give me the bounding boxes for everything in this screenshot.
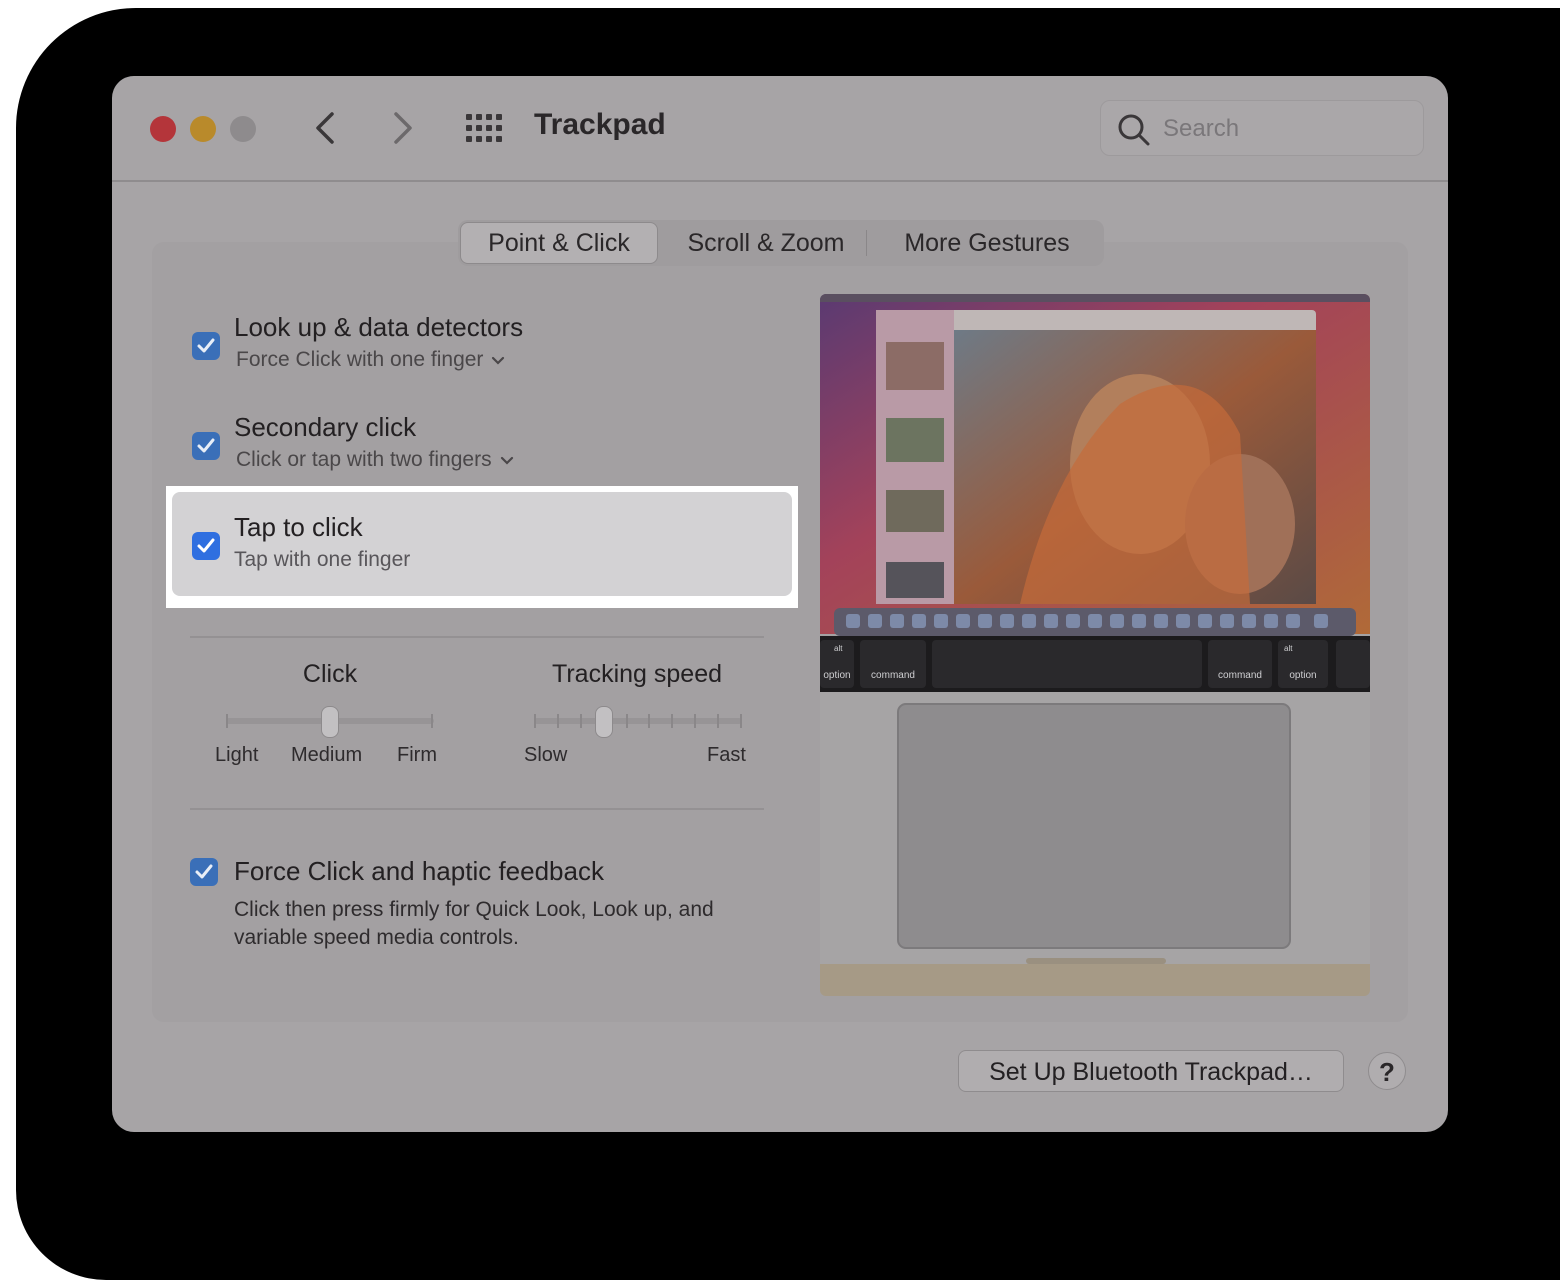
secondary-click-checkbox[interactable] (192, 432, 220, 460)
divider (190, 636, 764, 638)
tracking-label-fast: Fast (707, 744, 746, 766)
gesture-preview-video: option command command option alt alt (820, 294, 1370, 996)
trackpad-preferences-window: Trackpad Point & Click Scroll & Zoom Mor… (112, 76, 1448, 1132)
force-click-title: Force Click and haptic feedback (234, 856, 604, 886)
back-button[interactable] (306, 106, 346, 150)
title-bar: Trackpad (112, 76, 1448, 182)
key-alt-right: alt (1284, 644, 1293, 653)
tap-to-click-row (172, 492, 792, 596)
close-button[interactable] (150, 116, 176, 142)
checkmark-icon (197, 538, 215, 553)
tab-point-click[interactable]: Point & Click (460, 222, 658, 264)
key-command-left: command (871, 670, 915, 681)
tap-to-click-subtitle: Tap with one finger (234, 548, 411, 571)
show-all-grid-icon[interactable] (466, 114, 502, 142)
tracking-slider-tick (717, 714, 720, 728)
secondary-click-subtitle: Click or tap with two fingers (236, 448, 492, 471)
tab-scroll-zoom[interactable]: Scroll & Zoom (668, 220, 864, 266)
help-button[interactable]: ? (1368, 1052, 1406, 1090)
checkmark-icon (195, 864, 213, 879)
tracking-slider-tick (556, 714, 559, 728)
tap-to-click-checkbox[interactable] (192, 532, 220, 560)
tracking-slider-thumb[interactable] (594, 706, 613, 738)
click-label-medium: Medium (291, 744, 363, 766)
tab-more-gestures[interactable]: More Gestures (878, 220, 1096, 266)
chevron-down-icon (492, 356, 505, 365)
chevron-left-icon (316, 112, 334, 144)
checkmark-icon (197, 438, 215, 453)
minimize-button[interactable] (190, 116, 216, 142)
click-slider-title: Click (302, 660, 358, 688)
window-title: Trackpad (534, 108, 666, 141)
secondary-click-subtitle-dropdown[interactable]: Click or tap with two fingers (236, 448, 514, 472)
tracking-slider-tick (671, 714, 674, 728)
key-alt-left: alt (834, 644, 843, 653)
tracking-slider-tick (625, 714, 628, 728)
force-click-description: Click then press firmly for Quick Look, … (234, 898, 714, 949)
search-input[interactable] (1161, 111, 1405, 147)
lookup-title: Look up & data detectors (234, 312, 524, 342)
lookup-checkbox[interactable] (192, 332, 220, 360)
chevron-right-icon (394, 112, 412, 144)
tap-to-click-title: Tap to click (234, 512, 363, 542)
tap-to-click-highlight (166, 486, 798, 608)
divider (190, 808, 764, 810)
tracking-slider-track (534, 718, 742, 724)
tracking-label-slow: Slow (524, 744, 568, 766)
click-slider-tick (226, 714, 228, 728)
lookup-subtitle-dropdown[interactable]: Force Click with one finger (236, 348, 505, 372)
key-command-right: command (1218, 670, 1262, 681)
chevron-down-icon (500, 456, 513, 465)
click-label-light: Light (215, 744, 259, 766)
tracking-slider-tick (648, 714, 651, 728)
secondary-click-title: Secondary click (234, 412, 417, 442)
lookup-subtitle: Force Click with one finger (236, 348, 484, 371)
tracking-slider-tick (534, 714, 536, 728)
tracking-slider-tick (694, 714, 697, 728)
click-label-firm: Firm (397, 744, 437, 766)
tab-separator (866, 230, 867, 256)
setup-bluetooth-trackpad-button[interactable]: Set Up Bluetooth Trackpad… (958, 1050, 1344, 1092)
search-icon (1118, 114, 1150, 146)
tab-bar: Point & Click Scroll & Zoom More Gesture… (458, 220, 1104, 266)
search-field[interactable] (1100, 100, 1424, 156)
tracking-slider-tick (579, 714, 582, 728)
forward-button[interactable] (382, 106, 422, 150)
checkmark-icon (197, 338, 215, 353)
click-slider-tick (431, 714, 433, 728)
force-click-checkbox[interactable] (190, 858, 218, 886)
tracking-slider-tick (740, 714, 742, 728)
tracking-speed-title: Tracking speed (552, 660, 722, 688)
key-option-left: option (823, 670, 851, 681)
click-slider-thumb[interactable] (321, 706, 339, 738)
zoom-button[interactable] (230, 116, 256, 142)
key-option-right: option (1289, 670, 1317, 681)
